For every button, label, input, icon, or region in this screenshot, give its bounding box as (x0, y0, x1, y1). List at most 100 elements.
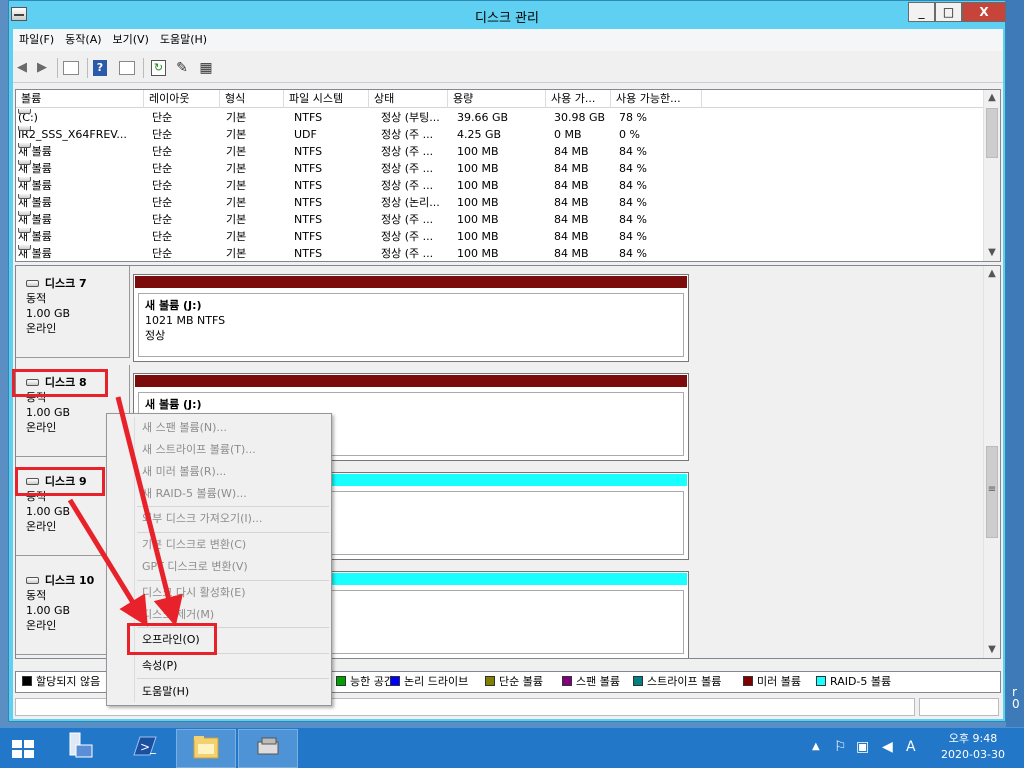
volume-row[interactable]: 새 볼륨 단순 기본 NTFS 정상 (주 ... 100 MB 84 MB 84 % (16, 228, 984, 245)
volume-cell: NTFS (294, 213, 323, 226)
volume-name-cell: 새 볼륨 (18, 194, 148, 211)
volume-row[interactable]: IR2_SSS_X64FREV... 단순 기본 UDF 정상 (주 ... 4.25 G… (16, 126, 984, 143)
partition-j[interactable]: 새 볼륨 (J:) 1021 MB NTFS 정상 (138, 293, 684, 357)
column-header-percent-free[interactable]: 사용 가능한... (611, 90, 702, 108)
clock-date: 2020-03-30 (941, 748, 1005, 761)
volume-cell: 39.66 GB (457, 111, 509, 124)
volume-row[interactable]: 새 볼륨 단순 기본 NTFS 정상 (주 ... 100 MB 84 MB 84 % (16, 245, 984, 262)
back-icon[interactable]: ◀ (13, 59, 31, 77)
volume-cell: 100 MB (457, 145, 499, 158)
column-header-volume[interactable]: 볼륨 (16, 90, 144, 108)
volume-cell: 정상 (주 ... (381, 128, 434, 141)
volume-cell: 기본 (226, 128, 247, 141)
rescan-disks-icon[interactable]: ▦ (197, 59, 215, 77)
volume-cell: 기본 (226, 230, 247, 243)
volume-list: 볼륨 레이아웃 형식 파일 시스템 상태 용량 사용 가... 사용 가능한..… (15, 89, 1001, 262)
disk-status: 온라인 (26, 322, 57, 335)
ime-indicator[interactable]: A (906, 738, 916, 756)
powershell-icon[interactable]: >_ (114, 729, 174, 768)
volume-cell: NTFS (294, 247, 323, 260)
toolbar: ◀ ▶ ? ↻ ✎ ▦ (13, 51, 1003, 83)
volume-row[interactable]: 새 볼륨 단순 기본 NTFS 정상 (주 ... 100 MB 84 MB 84 % (16, 160, 984, 177)
volume-cell: 단순 (152, 247, 173, 260)
volume-cell: 기본 (226, 179, 247, 192)
server-manager-icon[interactable] (50, 729, 110, 768)
menu-help[interactable]: 도움말(H) (154, 29, 212, 51)
scroll-down-arrow-icon[interactable]: ▼ (984, 642, 1000, 658)
volume-drive-icon (18, 245, 31, 250)
volume-row[interactable]: (C:) 단순 기본 NTFS 정상 (부팅... 39.66 GB 30.98 GB 78 … (16, 109, 984, 126)
disk-size: 1.00 GB (26, 307, 71, 320)
partition-stripe (134, 275, 688, 289)
volume-cell: NTFS (294, 145, 323, 158)
menu-action[interactable]: 동작(A) (59, 29, 106, 51)
network-icon[interactable]: ▣ (856, 738, 869, 756)
column-header-layout[interactable]: 레이아웃 (144, 90, 220, 108)
start-button[interactable] (0, 729, 44, 768)
refresh-icon[interactable]: ↻ (151, 60, 166, 76)
volume-row[interactable]: 새 볼륨 단순 기본 NTFS 정상 (주 ... 100 MB 84 MB 84 % (16, 211, 984, 228)
disk-context-menu: 새 스팬 볼륨(N)... 새 스트라이프 볼륨(T)... 새 미러 볼륨(R).… (106, 413, 332, 706)
context-menu-item: 새 RAID-5 볼륨(W)... (142, 487, 247, 500)
context-menu-item: 외부 디스크 가져오기(I)... (142, 512, 263, 525)
legend-label: 할당되지 않음 (36, 675, 101, 688)
volume-cell: 기본 (226, 213, 247, 226)
disk-label-7[interactable]: 디스크 7 동적 1.00 GB 온라인 (16, 266, 130, 358)
console-tree-icon[interactable] (63, 61, 79, 75)
properties-icon[interactable]: ✎ (173, 59, 191, 77)
legend-item: 미러 볼륨 (743, 672, 801, 692)
show-panel-icon[interactable] (119, 61, 135, 75)
volume-name: IR2_SSS_X64FREV... (18, 128, 127, 141)
volume-cell: 84 % (619, 230, 647, 243)
scroll-up-arrow-icon[interactable]: ▲ (984, 90, 1000, 106)
legend-item: 능한 공간 (336, 672, 394, 692)
menu-separator (137, 580, 329, 581)
tray-expand-icon[interactable]: ▲ (812, 738, 820, 756)
volume-row[interactable]: 새 볼륨 단순 기본 NTFS 정상 (주 ... 100 MB 84 MB 84 % (16, 143, 984, 160)
volume-cell: 정상 (주 ... (381, 213, 434, 226)
volume-row[interactable]: 새 볼륨 단순 기본 NTFS 정상 (논리... 100 MB 84 MB 84 % (16, 194, 984, 211)
volume-cell: NTFS (294, 196, 323, 209)
volume-cell: 30.98 GB (554, 111, 606, 124)
volume-cell: 84 MB (554, 179, 589, 192)
volume-list-scrollbar[interactable]: ▲ ▼ (983, 90, 1000, 261)
disk-management-icon[interactable] (238, 729, 298, 768)
menu-separator (137, 678, 329, 679)
context-menu-item: 디스크 제거(M) (142, 608, 215, 621)
context-menu-item[interactable]: 속성(P) (142, 656, 177, 676)
column-header-status[interactable]: 상태 (369, 90, 448, 108)
volume-row[interactable]: 새 볼륨 단순 기본 NTFS 정상 (주 ... 100 MB 84 MB 84 % (16, 177, 984, 194)
menu-view[interactable]: 보기(V) (107, 29, 154, 51)
volume-cell: 84 % (619, 179, 647, 192)
disk-view-scrollbar[interactable]: ▲ ≡ ▼ (983, 266, 1000, 658)
scroll-down-arrow-icon[interactable]: ▼ (984, 245, 1000, 261)
column-header-free-space[interactable]: 사용 가... (546, 90, 611, 108)
column-header-filesystem[interactable]: 파일 시스템 (284, 90, 369, 108)
column-header-type[interactable]: 형식 (220, 90, 284, 108)
window-title: 디스크 관리 (475, 11, 539, 26)
maximize-button[interactable]: □ (935, 2, 962, 22)
context-menu-item: 디스크 다시 활성화(E) (142, 586, 246, 599)
context-menu-item[interactable]: 도움말(H) (142, 682, 189, 702)
forward-icon[interactable]: ▶ (33, 59, 51, 77)
action-center-flag-icon[interactable]: ⚐ (834, 738, 847, 756)
minimize-button[interactable]: _ (908, 2, 935, 22)
volume-cell: 84 MB (554, 196, 589, 209)
title-bar[interactable]: 디스크 관리 _ □ X (9, 1, 1006, 29)
file-explorer-icon[interactable] (176, 729, 236, 768)
volume-list-header: 볼륨 레이아웃 형식 파일 시스템 상태 용량 사용 가... 사용 가능한..… (16, 90, 984, 108)
volume-cell: NTFS (294, 162, 323, 175)
toolbar-separator (57, 58, 58, 78)
close-button[interactable]: X (962, 2, 1006, 22)
scroll-up-arrow-icon[interactable]: ▲ (984, 266, 1000, 282)
help-icon[interactable]: ? (93, 60, 107, 76)
legend-swatch (562, 676, 572, 686)
menu-file[interactable]: 파일(F) (13, 29, 59, 51)
volume-icon[interactable]: ◀ (882, 738, 893, 756)
column-header-capacity[interactable]: 용량 (448, 90, 546, 108)
disk-name: 디스크 10 (44, 574, 95, 587)
clock[interactable]: 오후 9:48 2020-03-30 (930, 731, 1016, 763)
scroll-thumb[interactable] (986, 108, 998, 158)
volume-cell: 정상 (주 ... (381, 145, 434, 158)
partition-stripe (134, 374, 688, 388)
